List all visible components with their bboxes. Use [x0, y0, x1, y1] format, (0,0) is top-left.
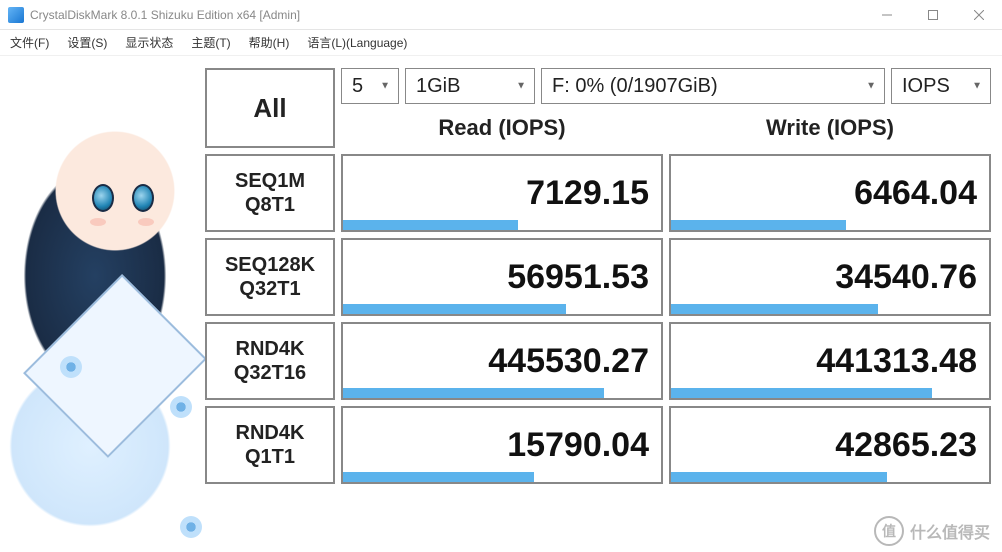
app-icon — [8, 7, 24, 23]
test-label-line1: SEQ128K — [225, 253, 315, 277]
read-bar — [343, 304, 566, 314]
test-label-line2: Q32T16 — [234, 361, 306, 385]
test-button-seq1m-q8t1[interactable]: SEQ1M Q8T1 — [205, 154, 335, 232]
menu-theme[interactable]: 主题(T) — [191, 34, 230, 51]
write-value: 6464.04 — [854, 174, 977, 213]
test-row: SEQ1M Q8T1 7129.15 6464.04 — [205, 154, 991, 232]
titlebar: CrystalDiskMark 8.0.1 Shizuku Edition x6… — [0, 0, 1002, 30]
test-label-line2: Q8T1 — [245, 193, 295, 217]
write-value: 441313.48 — [816, 342, 977, 381]
test-count-select[interactable]: 5 ▼ — [341, 68, 399, 104]
watermark-text: 什么值得买 — [910, 519, 990, 543]
window-controls — [864, 0, 1002, 30]
menu-language[interactable]: 语言(L)(Language) — [307, 34, 407, 51]
top-row: All 5 ▼ 1GiB ▼ F: 0% (0/1907GiB) ▼ — [205, 68, 991, 148]
read-value: 56951.53 — [507, 258, 649, 297]
write-cell: 34540.76 — [669, 238, 991, 316]
header-row: Read (IOPS) Write (IOPS) — [341, 108, 991, 148]
watermark: 值 什么值得买 — [874, 516, 990, 546]
read-value: 445530.27 — [488, 342, 649, 381]
write-value: 34540.76 — [835, 258, 977, 297]
write-value: 42865.23 — [835, 426, 977, 465]
read-value: 15790.04 — [507, 426, 649, 465]
test-label-line1: RND4K — [236, 337, 305, 361]
menu-display[interactable]: 显示状态 — [125, 34, 173, 51]
write-bar — [671, 388, 932, 398]
read-cell: 15790.04 — [341, 406, 663, 484]
chevron-down-icon: ▼ — [866, 81, 876, 92]
read-header: Read (IOPS) — [341, 108, 663, 148]
test-label-line2: Q32T1 — [239, 277, 300, 301]
read-cell: 445530.27 — [341, 322, 663, 400]
read-value: 7129.15 — [526, 174, 649, 213]
menubar: 文件(F) 设置(S) 显示状态 主题(T) 帮助(H) 语言(L)(Langu… — [0, 30, 1002, 56]
write-cell: 42865.23 — [669, 406, 991, 484]
chevron-down-icon: ▼ — [380, 81, 390, 92]
read-cell: 56951.53 — [341, 238, 663, 316]
minimize-button[interactable] — [864, 0, 910, 30]
read-bar — [343, 472, 534, 482]
write-cell: 441313.48 — [669, 322, 991, 400]
read-bar — [343, 220, 518, 230]
read-bar — [343, 388, 604, 398]
test-count-value: 5 — [352, 75, 363, 98]
drive-select[interactable]: F: 0% (0/1907GiB) ▼ — [541, 68, 885, 104]
write-bar — [671, 220, 846, 230]
maximize-button[interactable] — [910, 0, 956, 30]
menu-help[interactable]: 帮助(H) — [249, 34, 290, 51]
write-bar — [671, 472, 887, 482]
test-size-select[interactable]: 1GiB ▼ — [405, 68, 535, 104]
test-size-value: 1GiB — [416, 75, 460, 98]
chevron-down-icon: ▼ — [972, 81, 982, 92]
all-button-label: All — [253, 93, 286, 124]
mode-select[interactable]: IOPS ▼ — [891, 68, 991, 104]
menu-file[interactable]: 文件(F) — [10, 34, 49, 51]
all-button[interactable]: All — [205, 68, 335, 148]
shizuku-character — [0, 56, 210, 552]
test-row: SEQ128K Q32T1 56951.53 34540.76 — [205, 238, 991, 316]
selectors-row: 5 ▼ 1GiB ▼ F: 0% (0/1907GiB) ▼ IOPS ▼ — [341, 68, 991, 104]
menu-settings[interactable]: 设置(S) — [67, 34, 107, 51]
controls-column: 5 ▼ 1GiB ▼ F: 0% (0/1907GiB) ▼ IOPS ▼ — [341, 68, 991, 148]
write-header: Write (IOPS) — [669, 108, 991, 148]
write-cell: 6464.04 — [669, 154, 991, 232]
close-button[interactable] — [956, 0, 1002, 30]
chevron-down-icon: ▼ — [516, 81, 526, 92]
test-label-line1: RND4K — [236, 421, 305, 445]
test-label-line1: SEQ1M — [235, 169, 305, 193]
window-title: CrystalDiskMark 8.0.1 Shizuku Edition x6… — [30, 8, 300, 22]
mode-value: IOPS — [902, 75, 950, 98]
test-button-seq128k-q32t1[interactable]: SEQ128K Q32T1 — [205, 238, 335, 316]
test-row: RND4K Q1T1 15790.04 42865.23 — [205, 406, 991, 484]
test-row: RND4K Q32T16 445530.27 441313.48 — [205, 322, 991, 400]
drive-value: F: 0% (0/1907GiB) — [552, 75, 718, 98]
test-button-rnd4k-q1t1[interactable]: RND4K Q1T1 — [205, 406, 335, 484]
benchmark-panel: All 5 ▼ 1GiB ▼ F: 0% (0/1907GiB) ▼ — [205, 68, 991, 484]
client-area: All 5 ▼ 1GiB ▼ F: 0% (0/1907GiB) ▼ — [0, 56, 1002, 552]
test-button-rnd4k-q32t16[interactable]: RND4K Q32T16 — [205, 322, 335, 400]
write-bar — [671, 304, 878, 314]
test-label-line2: Q1T1 — [245, 445, 295, 469]
read-cell: 7129.15 — [341, 154, 663, 232]
watermark-badge: 值 — [874, 516, 904, 546]
